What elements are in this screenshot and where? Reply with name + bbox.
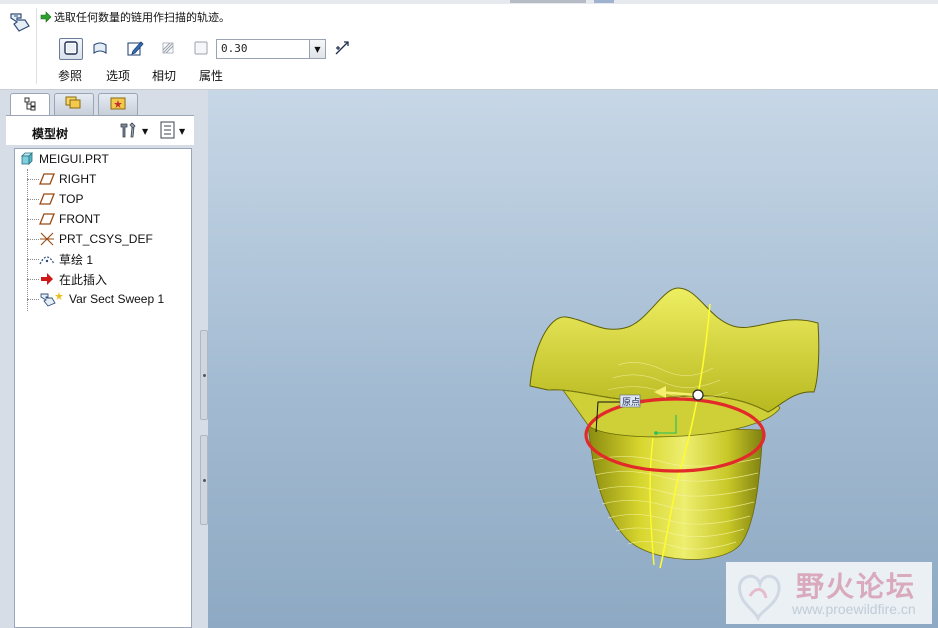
- datum-plane-icon: [39, 191, 55, 207]
- tree-item-label: Var Sect Sweep 1: [69, 292, 165, 306]
- tree-connector: [27, 259, 39, 260]
- tree-settings-button[interactable]: ▼: [118, 121, 154, 141]
- tree-item-right[interactable]: RIGHT: [39, 169, 96, 189]
- flip-button[interactable]: [330, 38, 354, 60]
- tab-options[interactable]: 选项: [106, 67, 130, 84]
- prompt-message: 选取任何数量的链用作扫描的轨迹。: [54, 11, 230, 24]
- tree-item-label: 草绘 1: [59, 252, 94, 267]
- graphics-viewport[interactable]: 原点: [208, 90, 938, 628]
- forum-watermark: 野火论坛 www.proewildfire.cn: [726, 562, 932, 624]
- thicken-icon: [160, 40, 176, 59]
- var-sect-sweep-icon: [39, 291, 65, 307]
- tree-connector: [27, 199, 39, 200]
- part-icon: [19, 151, 35, 167]
- tree-item-label: TOP: [59, 192, 84, 206]
- remove-material-icon: [193, 40, 209, 59]
- folder-browser-icon: [65, 95, 83, 114]
- favorites-icon: [109, 95, 127, 114]
- feature-dashboard: 选取任何数量的链用作扫描的轨迹。 0.30 ▼ 参照 选项 相切 属性: [0, 0, 938, 90]
- surface-icon: [92, 40, 108, 59]
- remove-material-button[interactable]: [189, 38, 213, 60]
- dashboard-divider: [36, 8, 37, 84]
- sketch-icon: [126, 39, 144, 60]
- watermark-url: www.proewildfire.cn: [792, 601, 916, 617]
- tree-connector: [27, 169, 28, 311]
- tree-connector: [27, 219, 39, 220]
- show-list-icon: [159, 121, 177, 142]
- tree-item-sketch[interactable]: 草绘 1: [39, 249, 93, 269]
- tab-properties[interactable]: 属性: [199, 67, 223, 84]
- tree-item-csys[interactable]: PRT_CSYS_DEF: [39, 229, 153, 249]
- tree-connector: [27, 179, 39, 180]
- tree-connector: [27, 279, 39, 280]
- origin-label: 原点: [622, 397, 640, 408]
- navigator-tabs: [6, 93, 206, 116]
- datum-plane-icon: [39, 211, 55, 227]
- sweep-model-preview: 原点: [529, 287, 820, 569]
- tree-item-part[interactable]: MEIGUI.PRT: [19, 149, 109, 169]
- chevron-down-icon: ▼: [179, 126, 186, 136]
- tree-item-label: MEIGUI.PRT: [39, 152, 109, 166]
- model-tree-header: 模型树 ▼ ▼: [6, 115, 194, 145]
- sweep-feature-icon: [8, 10, 32, 34]
- tree-show-button[interactable]: ▼: [159, 121, 195, 141]
- tree-item-insert-here[interactable]: 在此插入: [39, 269, 107, 289]
- model-tree-tab[interactable]: [10, 93, 50, 116]
- tab-references[interactable]: 参照: [58, 67, 82, 84]
- tree-item-label: PRT_CSYS_DEF: [59, 232, 153, 246]
- favorites-tab[interactable]: [98, 93, 138, 115]
- insert-here-arrow-icon: [39, 271, 55, 287]
- tree-item-label: RIGHT: [59, 172, 97, 186]
- model-tree-title: 模型树: [32, 127, 69, 141]
- flip-icon: [333, 39, 351, 60]
- navigator-panel: 模型树 ▼ ▼ MEIGUI.PRT RIGHT TOP FRONT PRT_C…: [0, 90, 208, 628]
- sketch-curve-icon: [39, 251, 55, 267]
- tree-item-label: FRONT: [59, 212, 101, 226]
- sketch-button[interactable]: [123, 38, 147, 60]
- thicken-button[interactable]: [156, 38, 180, 60]
- datum-plane-icon: [39, 171, 55, 187]
- solid-icon: [63, 40, 79, 59]
- csys-icon: [39, 231, 55, 247]
- tree-connector: [27, 299, 39, 300]
- tree-item-label: 在此插入: [59, 272, 108, 287]
- tree-item-var-sect-sweep[interactable]: Var Sect Sweep 1: [39, 289, 164, 309]
- thickness-value-input[interactable]: 0.30: [216, 39, 310, 59]
- watermark-title: 野火论坛: [796, 570, 917, 603]
- tab-tangency[interactable]: 相切: [152, 67, 176, 84]
- panel-collapse-handle[interactable]: [200, 435, 208, 525]
- surface-button[interactable]: [88, 38, 112, 60]
- watermark-logo: [738, 574, 781, 622]
- panel-resize-handle[interactable]: [200, 330, 208, 420]
- model-tree: MEIGUI.PRT RIGHT TOP FRONT PRT_CSYS_DEF: [14, 148, 192, 628]
- chevron-down-icon: ▼: [314, 44, 321, 54]
- top-strip: [0, 0, 938, 4]
- folder-browser-tab[interactable]: [54, 93, 94, 115]
- tools-icon: [118, 121, 140, 142]
- chevron-down-icon: ▼: [142, 126, 149, 136]
- model-tree-icon: [23, 97, 37, 114]
- tree-connector: [27, 239, 39, 240]
- tree-item-top[interactable]: TOP: [39, 189, 83, 209]
- start-point-handle[interactable]: [692, 389, 704, 401]
- message-arrow-icon: [40, 11, 52, 23]
- tree-item-front[interactable]: FRONT: [39, 209, 100, 229]
- solid-button[interactable]: [59, 38, 83, 60]
- value-dropdown-button[interactable]: ▼: [310, 39, 326, 59]
